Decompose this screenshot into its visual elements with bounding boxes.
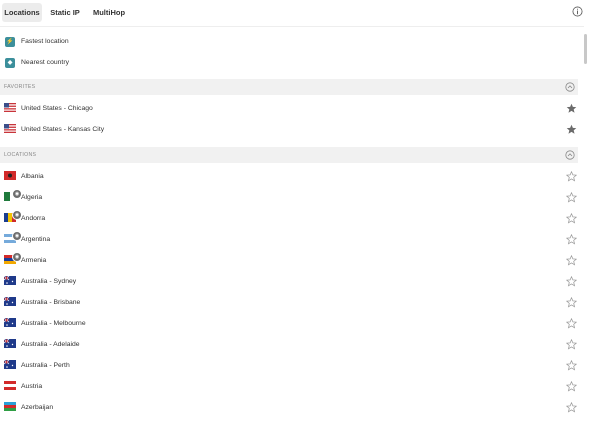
favorite-item-chicago[interactable]: United States - Chicago [0, 98, 578, 119]
location-item-label: Armenia [21, 257, 47, 264]
locations-title: LOCATIONS [4, 152, 37, 158]
tab-multihop[interactable]: MultiHop [88, 3, 130, 22]
location-item-armenia[interactable]: ◉ Armenia [0, 250, 578, 271]
favorite-item-label: United States - Chicago [21, 105, 93, 112]
fastest-location-label: Fastest location [21, 38, 69, 45]
australia-flag-icon [4, 297, 16, 306]
star-outline-icon[interactable] [566, 402, 577, 413]
location-item-label: Azerbaijan [21, 404, 54, 411]
location-item-albania[interactable]: Albania [0, 166, 578, 187]
collapse-icon[interactable] [565, 82, 575, 92]
tab-locations[interactable]: Locations [2, 3, 42, 22]
info-icon[interactable] [572, 6, 583, 17]
star-filled-icon[interactable] [566, 103, 577, 114]
location-item-australia-melbourne[interactable]: Australia - Melbourne [0, 313, 578, 334]
star-outline-icon[interactable] [566, 339, 577, 350]
star-filled-icon[interactable] [566, 124, 577, 135]
location-item-australia-sydney[interactable]: Australia - Sydney [0, 271, 578, 292]
favorite-item-kansas-city[interactable]: United States - Kansas City [0, 119, 578, 140]
australia-flag-icon [4, 276, 16, 285]
location-tabs: Locations Static IP MultiHop [0, 0, 592, 26]
collapse-icon[interactable] [565, 150, 575, 160]
star-outline-icon[interactable] [566, 213, 577, 224]
location-item-austria[interactable]: Austria [0, 376, 578, 397]
scrollbar-thumb[interactable] [584, 34, 587, 64]
location-item-label: Austria [21, 383, 43, 390]
us-flag-icon [4, 103, 16, 112]
lightning-icon: ⚡ [5, 37, 15, 47]
star-outline-icon[interactable] [566, 381, 577, 392]
star-outline-icon[interactable] [566, 297, 577, 308]
nearest-country-label: Nearest country [21, 59, 69, 66]
location-item-label: Australia - Adelaide [21, 341, 80, 348]
location-item-label: Albania [21, 173, 44, 180]
location-item-label: Australia - Melbourne [21, 320, 86, 327]
fastest-location-item[interactable]: ⚡ Fastest location [0, 31, 578, 52]
favorite-item-label: United States - Kansas City [21, 126, 105, 133]
location-item-label: Algeria [21, 194, 43, 201]
location-pin-icon: ◆ [5, 58, 15, 68]
favorites-title: FAVORITES [4, 84, 36, 90]
location-item-label: Argentina [21, 236, 51, 243]
australia-flag-icon [4, 360, 16, 369]
star-outline-icon[interactable] [566, 255, 577, 266]
location-item-algeria[interactable]: ◉ Algeria [0, 187, 578, 208]
nearest-country-item[interactable]: ◆ Nearest country [0, 52, 578, 73]
star-outline-icon[interactable] [566, 192, 577, 203]
star-outline-icon[interactable] [566, 360, 577, 371]
star-outline-icon[interactable] [566, 171, 577, 182]
albania-flag-icon [4, 171, 16, 180]
location-item-australia-brisbane[interactable]: Australia - Brisbane [0, 292, 578, 313]
us-flag-icon [4, 124, 16, 133]
location-item-australia-adelaide[interactable]: Australia - Adelaide [0, 334, 578, 355]
favorites-section-header[interactable]: FAVORITES [0, 79, 578, 95]
star-outline-icon[interactable] [566, 234, 577, 245]
tab-static-ip[interactable]: Static IP [48, 3, 82, 22]
star-outline-icon[interactable] [566, 276, 577, 287]
location-item-label: Australia - Brisbane [21, 299, 81, 306]
australia-flag-icon [4, 339, 16, 348]
azerbaijan-flag-icon [4, 402, 16, 411]
location-item-andorra[interactable]: ◉ Andorra [0, 208, 578, 229]
location-item-label: Australia - Perth [21, 362, 70, 369]
location-item-azerbaijan[interactable]: Azerbaijan [0, 397, 578, 418]
location-item-argentina[interactable]: ◉ Argentina [0, 229, 578, 250]
location-item-label: Andorra [21, 215, 46, 222]
location-item-label: Australia - Sydney [21, 278, 77, 285]
locations-section-header[interactable]: LOCATIONS [0, 147, 578, 163]
location-item-australia-perth[interactable]: Australia - Perth [0, 355, 578, 376]
austria-flag-icon [4, 381, 16, 390]
australia-flag-icon [4, 318, 16, 327]
tabs-divider [0, 26, 584, 27]
star-outline-icon[interactable] [566, 318, 577, 329]
